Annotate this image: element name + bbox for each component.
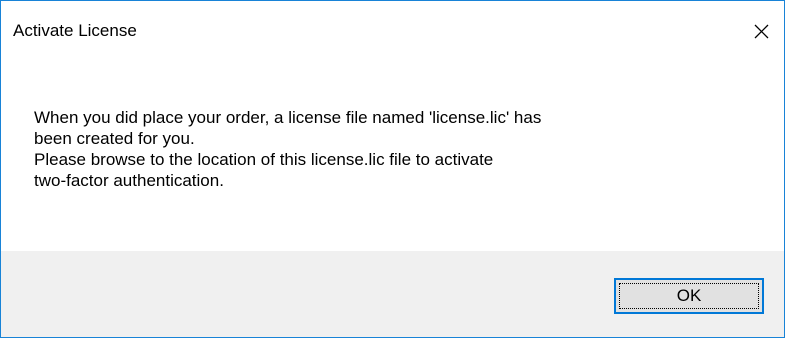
ok-button[interactable]: OK: [614, 278, 764, 314]
dialog-title: Activate License: [13, 21, 137, 40]
message-line: two-factor authentication.: [34, 171, 224, 190]
close-button[interactable]: [738, 1, 784, 63]
title-bar[interactable]: Activate License: [1, 1, 784, 63]
message-line: When you did place your order, a license…: [34, 108, 542, 127]
dialog-content: When you did place your order, a license…: [1, 63, 784, 251]
close-icon: [754, 24, 769, 39]
ok-button-label: OK: [619, 283, 759, 309]
message-line: Please browse to the location of this li…: [34, 150, 494, 169]
message-line: been created for you.: [34, 129, 195, 148]
message-text: When you did place your order, a license…: [34, 107, 764, 191]
dialog-footer: OK: [1, 251, 784, 337]
activate-license-dialog: Activate License When you did place your…: [0, 0, 785, 338]
